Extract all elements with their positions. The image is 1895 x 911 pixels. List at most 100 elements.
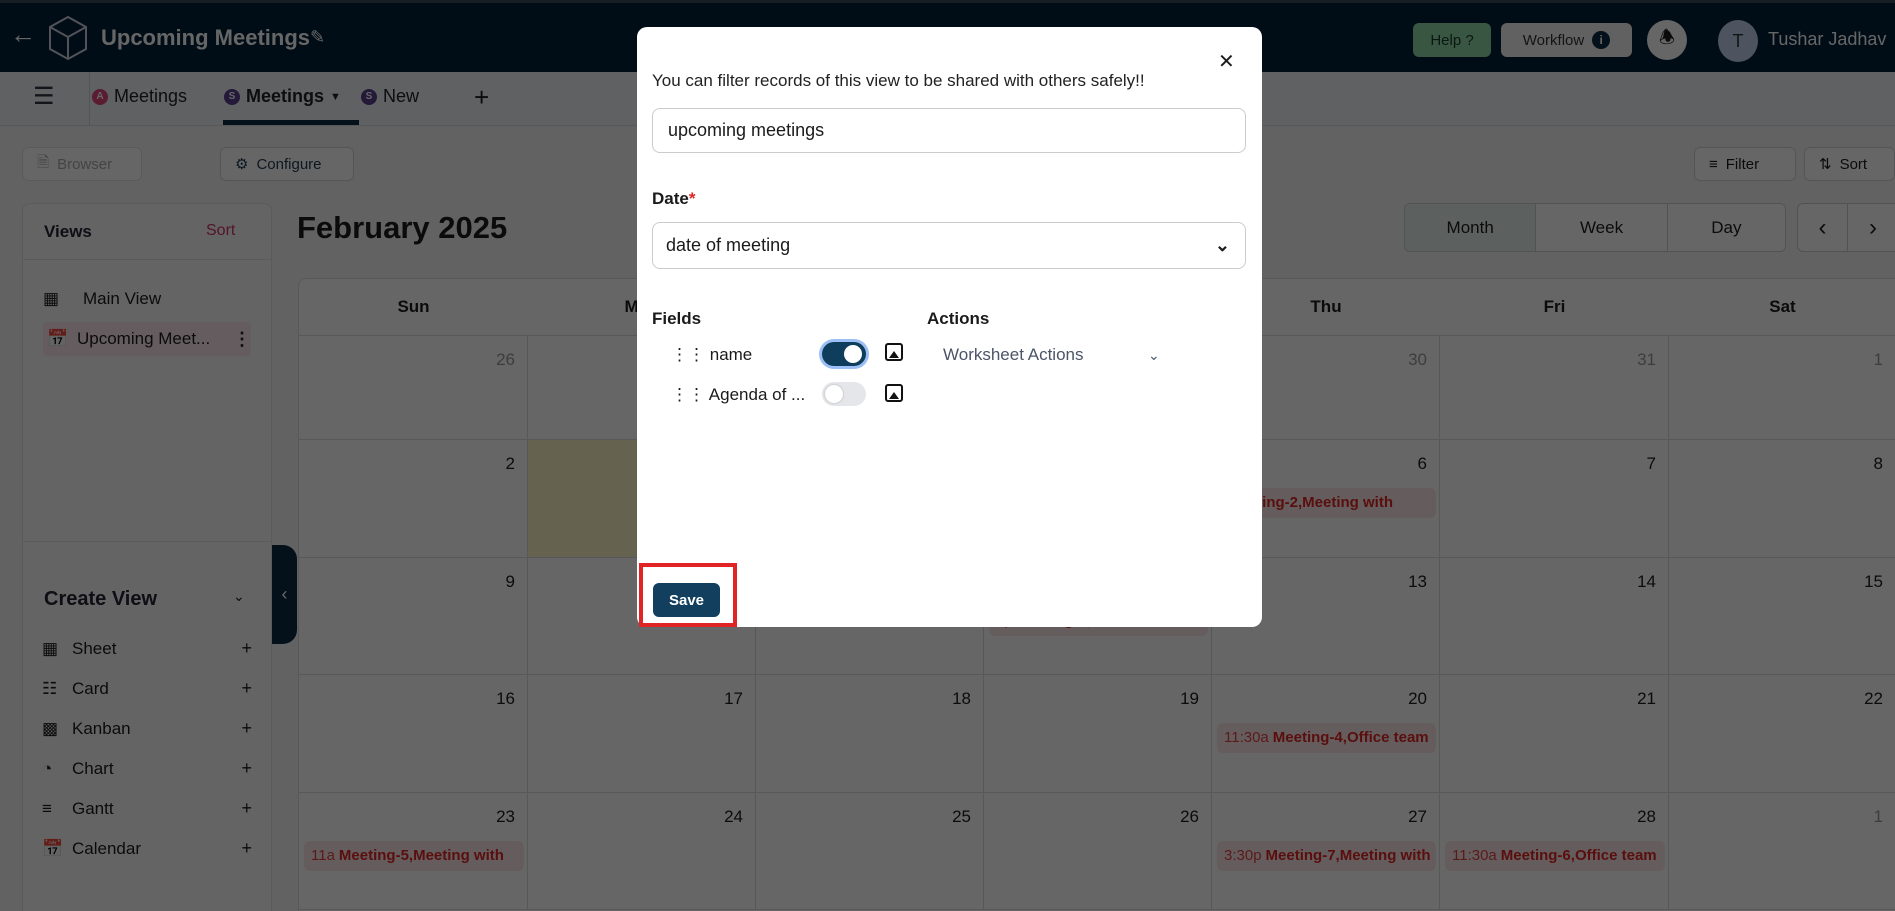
calendar-event[interactable]: 11a Meeting-5,Meeting with [304, 841, 524, 871]
help-button[interactable]: Help ? [1413, 23, 1491, 57]
day-mode-button[interactable]: Day [1667, 204, 1785, 251]
create-view-sheet[interactable]: ▦ Sheet + [42, 638, 252, 659]
tab-badge: S [361, 88, 377, 105]
day-number: 6 [1417, 454, 1427, 473]
create-view-chart[interactable]: ◔ Chart + [42, 758, 252, 779]
day-cell[interactable]: 15 [1669, 558, 1895, 675]
filter-button[interactable]: ≡ Filter [1694, 147, 1796, 181]
notification-bell-icon[interactable]: 🕭 [1647, 20, 1687, 60]
day-cell[interactable]: 20 11:30a Meeting-4,Office team [1212, 675, 1440, 793]
day-number: 7 [1646, 454, 1656, 473]
calendar-event[interactable]: 3:30p Meeting-7,Meeting with [1217, 841, 1436, 871]
day-cell[interactable]: 26 [299, 336, 528, 440]
add-icon[interactable]: + [241, 638, 252, 659]
tab-label: Meetings [246, 86, 325, 106]
create-view-card[interactable]: ☷ Card + [42, 678, 252, 699]
view-name-input[interactable]: upcoming meetings [652, 108, 1246, 153]
add-icon[interactable]: + [241, 718, 252, 739]
day-cell[interactable]: 1 [1669, 336, 1895, 440]
day-cell[interactable]: 28 11:30a Meeting-6,Office team [1440, 793, 1669, 910]
avatar[interactable]: T [1718, 20, 1758, 62]
day-cell[interactable]: 22 [1669, 675, 1895, 793]
create-view-calendar[interactable]: 📅 Calendar + [42, 838, 252, 859]
next-month-button[interactable]: › [1848, 204, 1895, 251]
add-icon[interactable]: + [241, 678, 252, 699]
calendar-event[interactable]: 11:30a Meeting-4,Office team [1217, 723, 1436, 753]
field-toggle-agenda[interactable] [822, 382, 866, 406]
collapse-sidebar-handle[interactable]: ‹ [272, 545, 297, 644]
day-cell[interactable]: 23 11a Meeting-5,Meeting with [299, 793, 528, 910]
event-time: 3:30p [1224, 847, 1262, 864]
image-icon[interactable] [885, 343, 903, 361]
day-cell[interactable]: 8 [1669, 440, 1895, 558]
chevron-down-icon[interactable]: ⌄ [1148, 347, 1160, 364]
day-cell[interactable]: 16 [299, 675, 528, 793]
chevron-down-icon[interactable]: ⌄ [233, 588, 245, 605]
filter-label: Filter [1725, 155, 1760, 173]
day-number: 24 [724, 807, 743, 826]
sort-button[interactable]: ⇅ Sort [1804, 147, 1895, 181]
workflow-button[interactable]: Workflow i [1501, 23, 1632, 57]
field-toggle-name[interactable] [822, 342, 866, 366]
calendar-event[interactable]: 11:30a Meeting-6,Office team [1445, 841, 1665, 871]
day-cell[interactable]: 2 [299, 440, 528, 558]
day-cell[interactable]: 17 [528, 675, 756, 793]
tab-new[interactable]: S New [361, 86, 419, 107]
day-cell[interactable]: 1 [1669, 793, 1895, 910]
day-cell[interactable]: 27 3:30p Meeting-7,Meeting with [1212, 793, 1440, 910]
date-field-select[interactable]: date of meeting ⌄ [652, 222, 1246, 269]
day-cell[interactable]: 9 [299, 558, 528, 675]
chevron-down-icon[interactable]: ▼ [330, 91, 341, 103]
edit-pencil-icon[interactable]: ✎ [310, 27, 325, 48]
day-number: 13 [1408, 572, 1427, 591]
tab-meetings-a[interactable]: A Meetings [92, 86, 187, 107]
share-view-modal: ✕ You can filter records of this view to… [637, 27, 1262, 627]
close-icon[interactable]: ✕ [1218, 49, 1235, 74]
event-name: Meeting-5,Meeting with [338, 847, 504, 864]
browser-button[interactable]: 🗎 Browser [22, 147, 142, 181]
week-mode-button[interactable]: Week [1536, 204, 1668, 251]
day-cell[interactable]: 19 [984, 675, 1212, 793]
drag-handle-icon[interactable]: ⋮⋮ [671, 385, 705, 404]
day-cell[interactable]: 25 [756, 793, 984, 910]
create-view-kanban[interactable]: ▩ Kanban + [42, 718, 252, 739]
tab-badge: A [92, 88, 108, 105]
drag-handle-icon[interactable]: ⋮⋮ [671, 345, 705, 364]
field-row-name: ⋮⋮ name [671, 345, 752, 365]
user-name[interactable]: Tushar Jadhav [1768, 29, 1886, 50]
more-options-icon[interactable]: ⋮ [233, 329, 251, 350]
add-icon[interactable]: + [241, 838, 252, 859]
create-view-gantt[interactable]: ≡ Gantt + [42, 798, 252, 819]
add-icon[interactable]: + [241, 798, 252, 819]
day-cell[interactable]: 31 [1440, 336, 1669, 440]
save-button[interactable]: Save [653, 583, 720, 617]
view-item-main[interactable]: ▦ Main View [43, 284, 251, 314]
day-cell[interactable]: 18 [756, 675, 984, 793]
day-cell[interactable]: 24 [528, 793, 756, 910]
month-mode-button[interactable]: Month [1405, 204, 1537, 251]
day-number: 26 [1180, 807, 1199, 826]
create-view-label: Gantt [72, 798, 114, 818]
day-cell[interactable]: 7 [1440, 440, 1669, 558]
day-cell[interactable]: 14 [1440, 558, 1669, 675]
event-time: 11:30a [1224, 729, 1269, 746]
tab-label: Meetings [114, 86, 188, 106]
add-icon[interactable]: + [241, 758, 252, 779]
back-arrow-icon[interactable]: ← [10, 19, 36, 50]
day-number: 23 [496, 807, 515, 826]
day-number: 31 [1637, 350, 1656, 369]
tab-meetings-s[interactable]: S Meetings ▼ [224, 86, 341, 107]
hamburger-menu-icon[interactable]: ☰ [33, 82, 55, 111]
add-tab-icon[interactable]: + [474, 82, 489, 113]
view-item-upcoming[interactable]: 📅 Upcoming Meet... ⋮ [43, 322, 251, 356]
views-sort-link[interactable]: Sort [206, 222, 235, 240]
fields-label: Fields [652, 309, 702, 328]
day-cell[interactable]: 21 [1440, 675, 1669, 793]
worksheet-actions-dropdown[interactable]: Worksheet Actions [943, 345, 1083, 365]
month-title: February 2025 [297, 210, 508, 245]
configure-button[interactable]: ⚙ Configure [220, 147, 354, 181]
day-cell[interactable]: 26 [984, 793, 1212, 910]
create-view-title: Create View [44, 588, 158, 610]
prev-month-button[interactable]: ‹ [1798, 204, 1848, 251]
image-icon[interactable] [885, 384, 903, 402]
